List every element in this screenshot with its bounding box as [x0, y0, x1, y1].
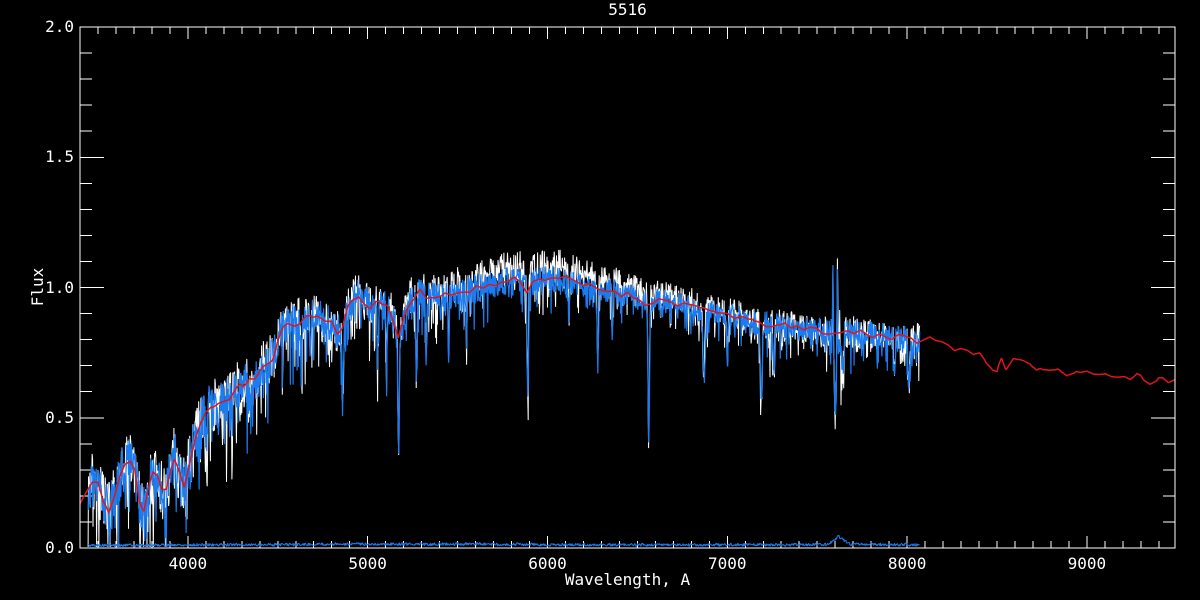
x-tick-label: 4000: [168, 554, 208, 573]
x-tick-label: 9000: [1067, 554, 1107, 573]
x-axis-label: Wavelength, A: [564, 570, 691, 589]
y-tick-label: 2.0: [45, 17, 74, 36]
y-tick-label: 1.0: [45, 277, 74, 297]
x-tick-label: 7000: [708, 554, 747, 573]
x-tick-label: 8000: [887, 554, 927, 573]
plot-canvas: [79, 26, 1176, 549]
error-spectrum: [87, 534, 920, 548]
y-tick-label: 0.0: [45, 538, 74, 557]
observed-spectrum: [87, 265, 921, 548]
plot-title: 5516: [608, 0, 647, 19]
spectrum-figure: 5516 Wavelength, A Flux 4000 5000 6000 7000…: [0, 0, 1200, 600]
y-tick-label: 0.5: [45, 407, 74, 427]
y-tick-label: 1.5: [45, 147, 74, 167]
x-tick-label: 6000: [528, 554, 567, 573]
x-tick-label: 5000: [348, 554, 387, 573]
